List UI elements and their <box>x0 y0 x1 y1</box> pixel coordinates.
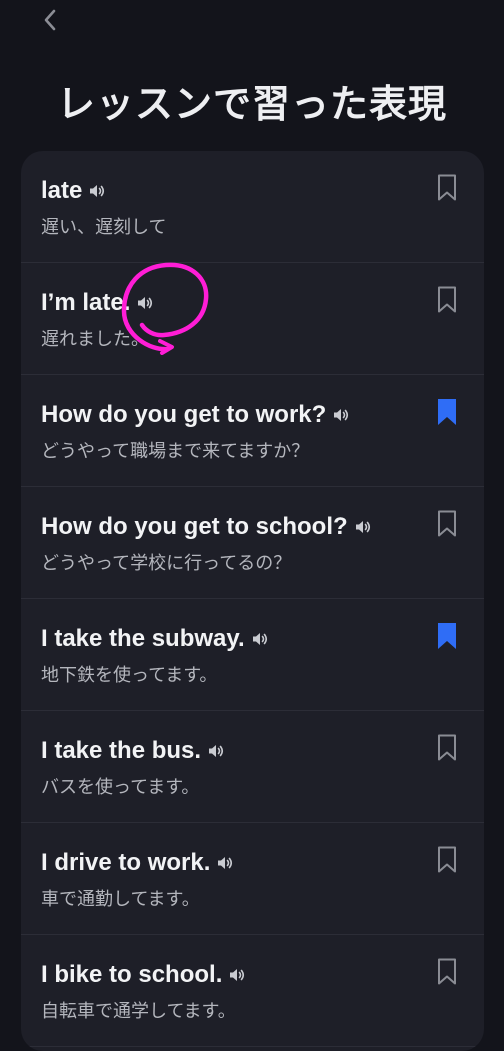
phrase-text: late <box>41 177 83 204</box>
phrase-text: I take the bus. <box>41 737 202 764</box>
page-title: レッスンで習った表現 <box>56 82 447 126</box>
phrase-row-head: How do you get to school? <box>41 511 372 543</box>
phrase-row-head: I take the subway. <box>41 623 269 655</box>
phrase-row-head: How do you get to work? <box>41 399 350 431</box>
translation-text: 遅い、遅刻して <box>41 217 167 238</box>
phrase-row-head: I bike to school. <box>41 959 246 991</box>
list-item[interactable]: I bike to school. 自転車で通学してます。 <box>21 935 484 1047</box>
translation-text: バスを使ってます。 <box>41 777 200 798</box>
bookmark-icon[interactable] <box>436 173 458 203</box>
phrase-row-head: late <box>41 175 106 207</box>
phrase-text: I take the subway. <box>41 625 245 652</box>
bookmark-icon[interactable] <box>436 285 458 315</box>
translation-text: 車で通勤してます。 <box>41 889 200 910</box>
speaker-icon[interactable] <box>88 182 106 200</box>
phrase-row-head: I drive to work. <box>41 847 234 879</box>
list-item[interactable]: How do you get to work? どうやって職場まで来てますか？ <box>21 375 484 487</box>
bookmark-icon[interactable] <box>436 957 458 987</box>
bookmark-icon[interactable] <box>436 845 458 875</box>
speaker-icon[interactable] <box>228 966 246 984</box>
list-item[interactable]: late 遅い、遅刻して <box>21 151 484 263</box>
speaker-icon[interactable] <box>251 630 269 648</box>
translation-text: どうやって職場まで来てますか？ <box>41 441 310 462</box>
phrase-text: How do you get to work? <box>41 401 327 428</box>
list-item[interactable]: How do you get to school? どうやって学校に行ってるの？ <box>21 487 484 599</box>
translation-text: 地下鉄を使ってます。 <box>41 665 218 686</box>
bookmark-icon[interactable] <box>436 733 458 763</box>
list-item[interactable]: I take the bus. バスを使ってます。 <box>21 711 484 823</box>
bookmark-icon[interactable] <box>436 509 458 539</box>
speaker-icon[interactable] <box>354 518 372 536</box>
list-item[interactable]: I drive to work. 車で通勤してます。 <box>21 823 484 935</box>
chevron-left-icon <box>44 9 56 31</box>
speaker-icon[interactable] <box>216 854 234 872</box>
list-item[interactable]: I’m late. 遅れました。 <box>21 263 484 375</box>
speaker-icon[interactable] <box>207 742 225 760</box>
list-item[interactable]: I take the subway. 地下鉄を使ってます。 <box>21 599 484 711</box>
translation-text: どうやって学校に行ってるの？ <box>41 553 292 574</box>
back-button[interactable] <box>32 2 68 38</box>
phrase-text: How do you get to school? <box>41 513 348 540</box>
phrase-text: I bike to school. <box>41 961 223 988</box>
speaker-icon[interactable] <box>136 294 154 312</box>
phrase-row-head: I’m late. <box>41 287 154 319</box>
phrase-row-head: I take the bus. <box>41 735 225 767</box>
phrase-list: late 遅い、遅刻して I’m late. 遅れました。 How do you get… <box>21 151 484 1051</box>
bookmark-filled-icon[interactable] <box>436 621 458 651</box>
bookmark-filled-icon[interactable] <box>436 397 458 427</box>
phrase-text: I’m late. <box>41 289 131 316</box>
phrase-text: I drive to work. <box>41 849 211 876</box>
translation-text: 自転車で通学してます。 <box>41 1001 236 1022</box>
translation-text: 遅れました。 <box>41 329 149 350</box>
speaker-icon[interactable] <box>332 406 350 424</box>
